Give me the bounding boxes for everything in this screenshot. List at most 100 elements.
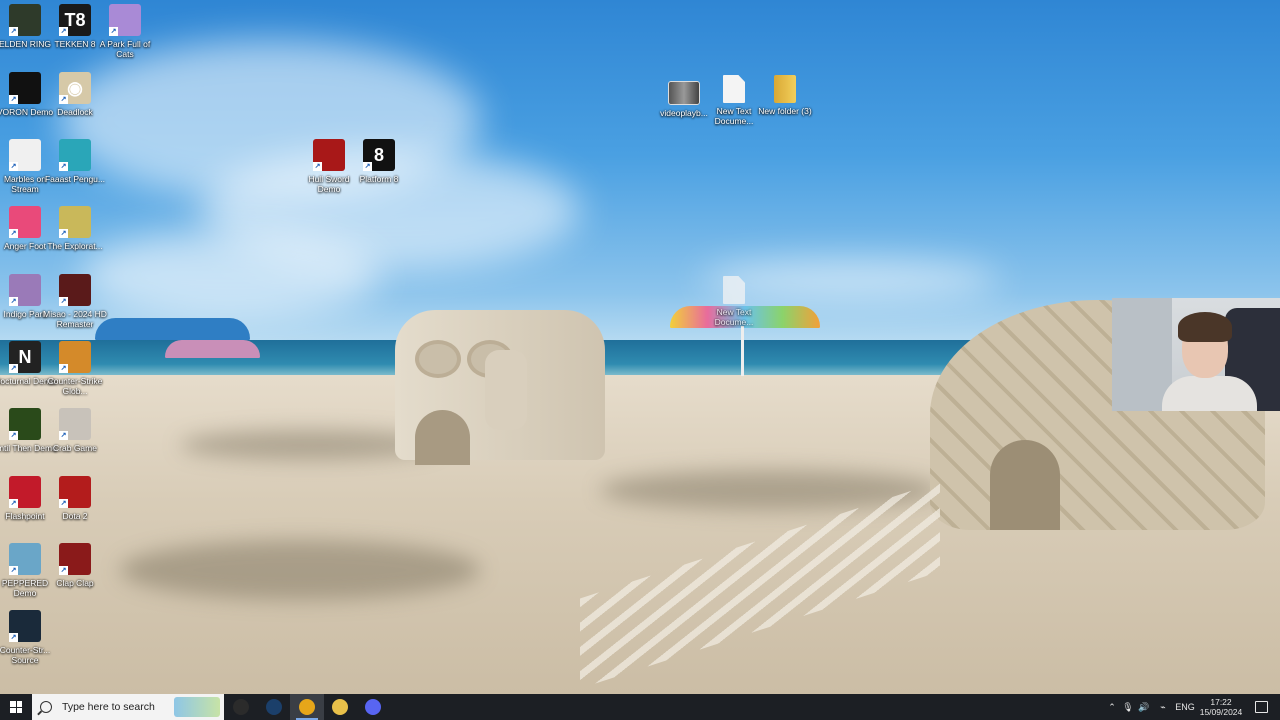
shortcut-arrow-icon: ↗ (9, 499, 18, 508)
shortcut-arrow-icon: ↗ (313, 162, 322, 171)
microphone-tray-button[interactable]: 🎙 (1121, 694, 1135, 720)
shortcut-arrow-icon: ↗ (59, 297, 68, 306)
desktop-shortcut-dota2[interactable]: ↗ Dota 2 (46, 476, 104, 521)
discord-icon (365, 699, 381, 715)
desktop-icon-label: Misao - 2024 HD Remaster (43, 309, 107, 329)
network-tray-button[interactable]: ⌁ (1155, 694, 1171, 720)
shortcut-arrow-icon: ↗ (59, 27, 68, 36)
action-center-button[interactable] (1250, 694, 1272, 720)
clap-clap-icon: ↗ (59, 543, 91, 575)
shortcut-arrow-icon: ↗ (9, 566, 18, 575)
shortcut-arrow-icon: ↗ (9, 297, 18, 306)
desktop-icon-label: New folder (3) (758, 106, 812, 116)
desktop-shortcut-crab-game[interactable]: ↗ Crab Game (46, 408, 104, 453)
peppered-icon: ↗ (9, 543, 41, 575)
chrome-icon (299, 699, 315, 715)
dragging-text-document[interactable]: New Text Docume... (705, 276, 763, 327)
park-cats-icon: ↗ (109, 4, 141, 36)
taskbar-app-obs[interactable] (224, 694, 258, 720)
search-icon (40, 701, 52, 713)
shortcut-arrow-icon: ↗ (9, 633, 18, 642)
voron-icon: ↗ (9, 72, 41, 104)
taskbar-clock[interactable]: 17:22 15/09/2024 (1198, 694, 1244, 720)
marbles-icon: ↗ (9, 139, 41, 171)
desktop-shortcut-csgo[interactable]: ↗ Counter-Strike Glob... (46, 341, 104, 396)
sand-sculpture-squidward (395, 310, 605, 465)
webcam-overlay (1112, 298, 1280, 411)
text-document-icon (723, 75, 745, 103)
video-file-icon (668, 81, 700, 105)
dota2-icon: ↗ (59, 476, 91, 508)
indigo-park-icon: ↗ (9, 274, 41, 306)
desktop-shortcut-park-cats[interactable]: ↗ A Park Full of Cats (96, 4, 154, 59)
desktop-icon-label: The Explorat... (47, 241, 103, 251)
desktop-icon-label: Faaast Pengu... (44, 174, 105, 184)
shortcut-arrow-icon: ↗ (59, 95, 68, 104)
shortcut-arrow-icon: ↗ (59, 229, 68, 238)
desktop-shortcut-deadlock[interactable]: ◉ ↗ Deadlock (46, 72, 104, 117)
until-then-icon: ↗ (9, 408, 41, 440)
speaker-icon: 🔊 (1138, 701, 1150, 712)
text-document-icon (723, 276, 745, 304)
show-hidden-icons-button[interactable]: ⌃ (1106, 694, 1118, 720)
shortcut-arrow-icon: ↗ (59, 162, 68, 171)
desktop-icon-label: Crab Game (53, 443, 97, 453)
taskbar-app-discord[interactable] (356, 694, 390, 720)
microphone-icon: 🎙 (1122, 701, 1134, 712)
crab-game-icon: ↗ (59, 408, 91, 440)
obs-icon (233, 699, 249, 715)
taskbar-app-file-explorer[interactable] (323, 694, 357, 720)
language-indicator[interactable]: ENG (1174, 694, 1196, 720)
anger-foot-icon: ↗ (9, 206, 41, 238)
shortcut-arrow-icon: ↗ (363, 162, 372, 171)
shortcut-arrow-icon: ↗ (9, 162, 18, 171)
shortcut-arrow-icon: ↗ (9, 364, 18, 373)
shortcut-arrow-icon: ↗ (109, 27, 118, 36)
taskbar-app-chrome[interactable] (290, 694, 324, 720)
desktop-icon-label: Counter-Strike Glob... (47, 376, 103, 396)
cs-source-icon: ↗ (9, 610, 41, 642)
search-placeholder: Type here to search (62, 701, 155, 713)
flashpoint-icon: ↗ (9, 476, 41, 508)
taskbar: Type here to search ⌃ 🎙 🔊 ⌁ ENG 17:22 15… (0, 694, 1280, 720)
desktop-shortcut-cs-source[interactable]: ↗ Counter-Str... Source (0, 610, 54, 665)
hull-sword-icon: ↗ (313, 139, 345, 171)
platform-8-icon: 8 ↗ (363, 139, 395, 171)
desktop-file-text-document[interactable]: New Text Docume... (705, 75, 763, 126)
desktop-icon-label: Platform 8 (359, 174, 399, 184)
desktop-icon-label: Counter-Str... Source (0, 645, 51, 665)
desktop-shortcut-clap-clap[interactable]: ↗ Clap Clap (46, 543, 104, 588)
csgo-icon: ↗ (59, 341, 91, 373)
shortcut-arrow-icon: ↗ (9, 27, 18, 36)
clock-time: 17:22 (1210, 697, 1232, 707)
desktop-icon-label: A Park Full of Cats (99, 39, 151, 59)
taskbar-app-steam[interactable] (257, 694, 291, 720)
shortcut-arrow-icon: ↗ (9, 229, 18, 238)
taskbar-search-box[interactable]: Type here to search (32, 694, 224, 720)
desktop-shortcut-platform-8[interactable]: 8 ↗ Platform 8 (350, 139, 408, 184)
shortcut-arrow-icon: ↗ (59, 566, 68, 575)
deadlock-icon: ◉ ↗ (59, 72, 91, 104)
notification-icon (1254, 701, 1268, 713)
desktop-icon-label: Deadlock (57, 107, 93, 117)
volume-tray-button[interactable]: 🔊 (1137, 694, 1151, 720)
shortcut-arrow-icon: ↗ (59, 431, 68, 440)
shortcut-arrow-icon: ↗ (9, 95, 18, 104)
chevron-up-icon: ⌃ (1108, 701, 1116, 712)
start-button[interactable] (0, 694, 32, 720)
dragging-file-label: New Text Docume... (714, 307, 754, 327)
misao-icon: ↗ (59, 274, 91, 306)
desktop-file-folder[interactable]: New folder (3) (756, 75, 814, 116)
shortcut-arrow-icon: ↗ (59, 499, 68, 508)
desktop-shortcut-misao[interactable]: ↗ Misao - 2024 HD Remaster (43, 274, 107, 329)
steam-icon (266, 699, 282, 715)
penguin-icon: ↗ (59, 139, 91, 171)
language-label: ENG (1175, 702, 1195, 712)
desktop-shortcut-exploration[interactable]: ↗ The Explorat... (46, 206, 104, 251)
folder-icon (774, 75, 796, 103)
shortcut-arrow-icon: ↗ (59, 364, 68, 373)
desktop-shortcut-penguin[interactable]: ↗ Faaast Pengu... (44, 139, 105, 184)
windows-logo-icon (10, 701, 22, 713)
file-explorer-icon (332, 699, 348, 715)
desktop-icon-label: Dota 2 (62, 511, 88, 521)
